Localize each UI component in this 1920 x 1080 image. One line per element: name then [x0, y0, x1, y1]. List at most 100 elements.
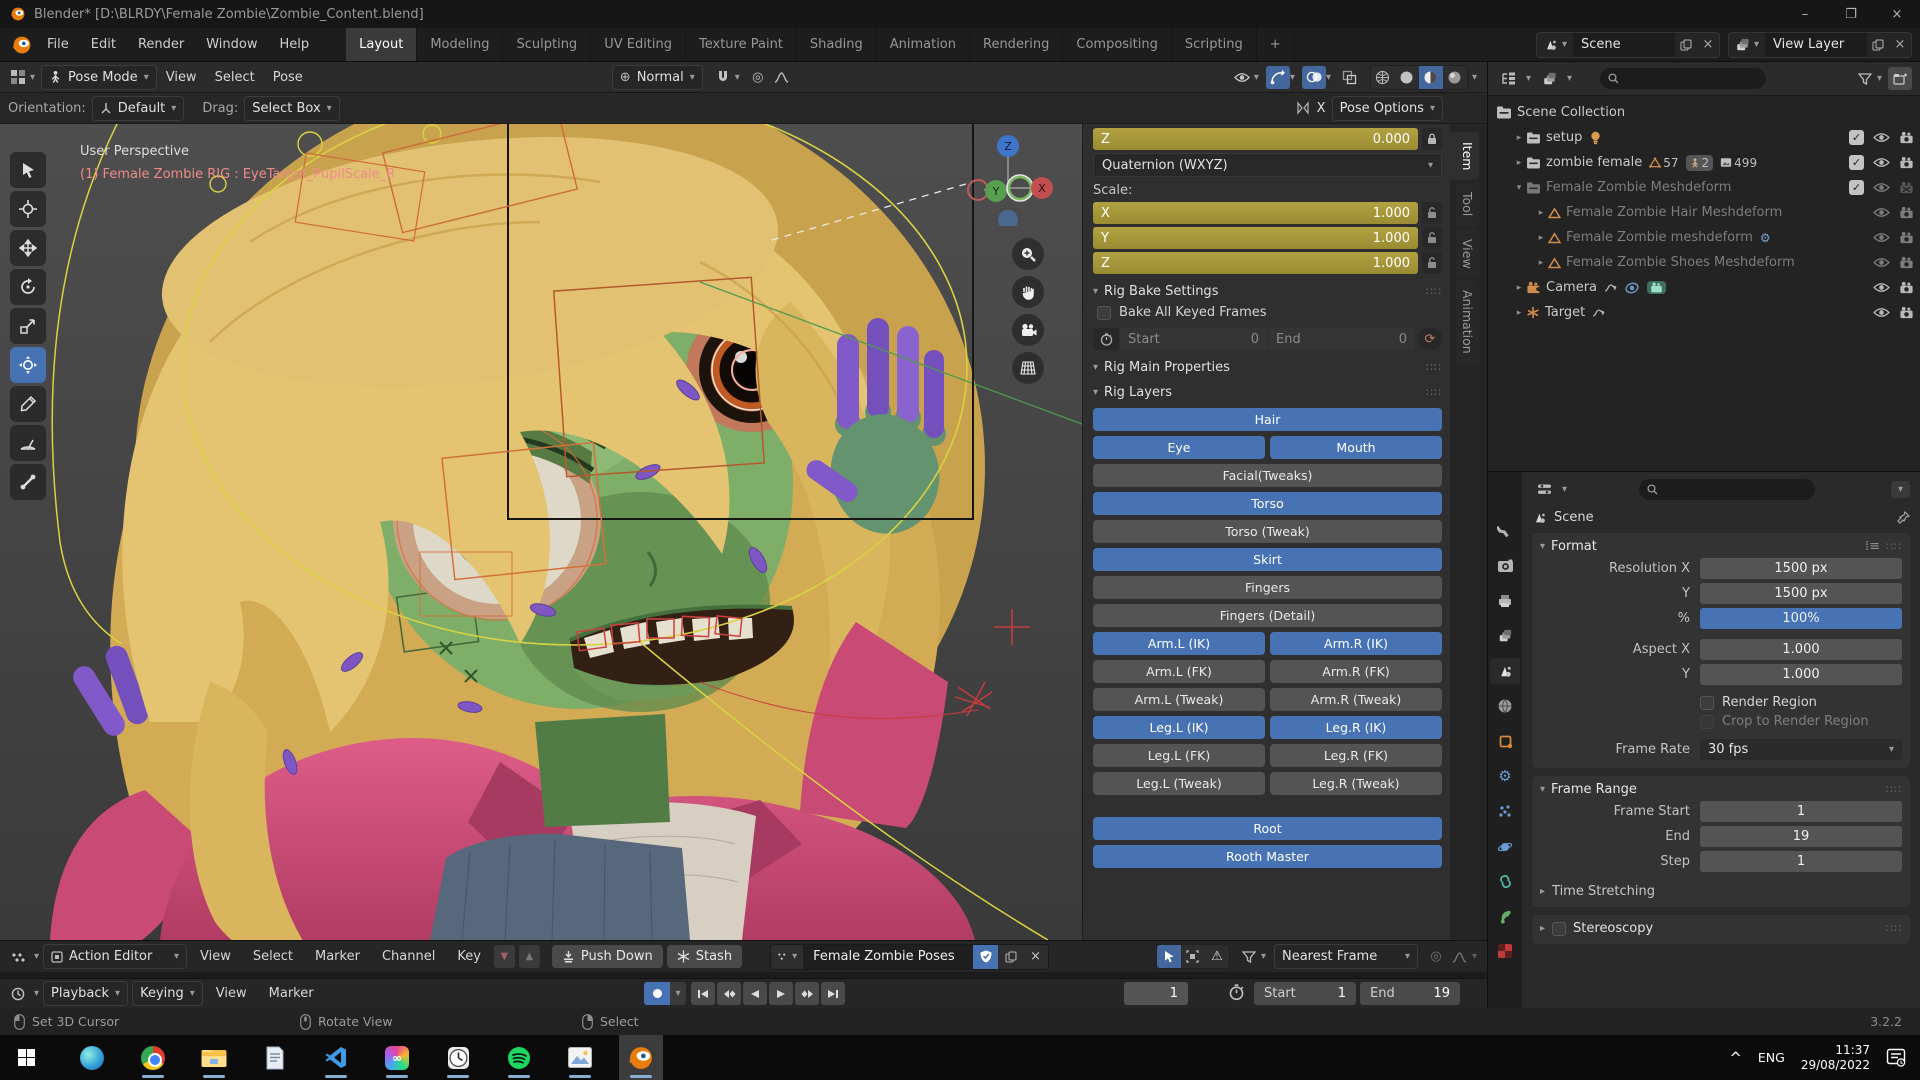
chrome-icon[interactable]: [131, 1035, 175, 1080]
tab-texture-paint[interactable]: Texture Paint: [686, 28, 797, 61]
toggle-orthographic-button[interactable]: [1012, 352, 1044, 384]
proportional-editing-toggle[interactable]: ◎: [1424, 945, 1448, 968]
rig-bake-settings-header[interactable]: ▾ Rig Bake Settings ∷∷: [1093, 284, 1442, 299]
frame-start-field[interactable]: 1: [1700, 801, 1902, 822]
aspect-x-field[interactable]: 1.000: [1700, 639, 1902, 660]
hide-eye-icon[interactable]: [1873, 232, 1890, 243]
rig-layer-arm-r-fk[interactable]: Arm.R (FK): [1270, 660, 1442, 683]
tab-render-icon[interactable]: [1490, 553, 1520, 579]
playback-dropdown[interactable]: Playback▾: [43, 981, 128, 1006]
tab-modeling[interactable]: Modeling: [417, 28, 503, 61]
object-visibility-dropdown[interactable]: [1230, 66, 1254, 89]
expand-icon[interactable]: ▾: [1512, 183, 1526, 193]
new-action-copy-button[interactable]: [998, 945, 1023, 969]
tl-menu-view[interactable]: View: [207, 986, 256, 1001]
blender-menu-icon[interactable]: [12, 35, 32, 55]
menu-file[interactable]: File: [36, 32, 80, 58]
tab-view[interactable]: View: [1456, 229, 1479, 279]
rig-layer-fingers[interactable]: Fingers: [1093, 576, 1442, 599]
menu-help[interactable]: Help: [269, 32, 321, 58]
ds-menu-channel[interactable]: Channel: [373, 949, 444, 964]
resolution-y-field[interactable]: 1500 px: [1700, 583, 1902, 604]
new-scene-button[interactable]: [1675, 33, 1697, 57]
resolution-percent-slider[interactable]: 100%: [1700, 608, 1902, 629]
tab-view-layer-icon[interactable]: [1490, 623, 1520, 649]
outliner-row-setup[interactable]: ▸ setup ✓: [1488, 125, 1920, 150]
disable-render-icon[interactable]: [1899, 281, 1914, 294]
outliner-search-input[interactable]: [1600, 68, 1766, 89]
shading-solid-button[interactable]: [1395, 66, 1419, 89]
frame-end-field[interactable]: 19: [1700, 826, 1902, 847]
frame-start-field[interactable]: Start1: [1254, 982, 1356, 1005]
snap-toggle[interactable]: [711, 66, 735, 89]
stopwatch-icon[interactable]: [1093, 328, 1119, 350]
proportional-editing-toggle[interactable]: ◎: [746, 66, 770, 89]
pan-button[interactable]: [1012, 276, 1044, 308]
tray-expand-icon[interactable]: ^: [1729, 1049, 1742, 1067]
dopesheet-editor-type-button[interactable]: [6, 945, 30, 968]
hide-eye-icon[interactable]: [1873, 182, 1890, 193]
start-button[interactable]: [4, 1035, 48, 1080]
shading-material-button[interactable]: [1419, 66, 1443, 89]
rig-layer-hair[interactable]: Hair: [1093, 408, 1442, 431]
photos-icon[interactable]: [558, 1035, 602, 1080]
spotify-icon[interactable]: [497, 1035, 541, 1080]
expand-icon[interactable]: ▸: [1534, 233, 1548, 243]
outliner-row-body-meshdeform[interactable]: ▸ Female Zombie meshdeform ⚙: [1488, 225, 1920, 250]
chevron-down-icon[interactable]: ▾: [1254, 72, 1259, 83]
tab-tool-icon[interactable]: [1490, 518, 1520, 544]
outliner-row-camera[interactable]: ▸ Camera: [1488, 275, 1920, 300]
frame-end-field[interactable]: End19: [1360, 982, 1460, 1005]
timeline-editor-type-button[interactable]: [6, 982, 30, 1005]
refresh-icon[interactable]: ⟳: [1418, 328, 1442, 350]
tab-constraints-icon[interactable]: [1490, 868, 1520, 894]
viewport-menu-select[interactable]: Select: [206, 70, 264, 85]
tool-select-box[interactable]: [10, 152, 46, 188]
filter-icon[interactable]: [1853, 67, 1877, 90]
filter-icon[interactable]: [1237, 945, 1261, 968]
hidden-channels-toggle[interactable]: [1181, 945, 1205, 968]
frame-step-field[interactable]: 1: [1700, 851, 1902, 872]
action-name[interactable]: Female Zombie Poses: [803, 945, 973, 969]
view-layer-name[interactable]: View Layer: [1765, 33, 1867, 57]
rig-layer-leg-r-fk[interactable]: Leg.R (FK): [1270, 744, 1442, 767]
lock-icon[interactable]: [1422, 128, 1442, 150]
time-stretching-header[interactable]: Time Stretching: [1552, 884, 1655, 899]
creative-cloud-icon[interactable]: ∞: [375, 1035, 419, 1080]
tab-particles-icon[interactable]: [1490, 798, 1520, 824]
jump-to-end-button[interactable]: [821, 982, 845, 1005]
rig-layer-arm-r-ik[interactable]: Arm.R (IK): [1270, 632, 1442, 655]
current-frame-field[interactable]: 1: [1124, 982, 1188, 1005]
ds-menu-key[interactable]: Key: [448, 949, 490, 964]
disable-render-icon[interactable]: [1899, 306, 1914, 319]
viewport-menu-pose[interactable]: Pose: [264, 70, 312, 85]
editor-type-button[interactable]: [6, 66, 30, 89]
tab-object-data-icon[interactable]: [1490, 903, 1520, 929]
view-layer-browse-button[interactable]: ▾: [1729, 33, 1765, 57]
tab-modifiers-icon[interactable]: ⚙: [1490, 763, 1520, 789]
tool-scale[interactable]: [10, 308, 46, 344]
frame-range-panel-title[interactable]: Frame Range: [1551, 782, 1637, 797]
expand-icon[interactable]: ▸: [1512, 158, 1526, 168]
previous-keyframe-button[interactable]: [717, 982, 741, 1005]
render-region-checkbox[interactable]: [1700, 696, 1714, 710]
play-reverse-button[interactable]: [743, 982, 767, 1005]
blender-taskbar-icon[interactable]: [619, 1035, 663, 1080]
play-button[interactable]: [769, 982, 793, 1005]
tool-measure[interactable]: [10, 425, 46, 461]
rotation-mode-dropdown[interactable]: Quaternion (WXYZ)▾: [1093, 153, 1442, 177]
disable-render-icon[interactable]: [1899, 231, 1914, 244]
scale-y-field[interactable]: Y1.000: [1093, 227, 1418, 249]
camera-view-button[interactable]: [1012, 314, 1044, 346]
rig-layer-leg-l-fk[interactable]: Leg.L (FK): [1093, 744, 1265, 767]
tab-physics-icon[interactable]: [1490, 833, 1520, 859]
disable-render-icon[interactable]: [1899, 256, 1914, 269]
tab-sculpting[interactable]: Sculpting: [503, 28, 591, 61]
expand-icon[interactable]: ▸: [1512, 133, 1526, 143]
rig-layer-facial-tweaks[interactable]: Facial(Tweaks): [1093, 464, 1442, 487]
rig-layer-eye[interactable]: Eye: [1093, 436, 1265, 459]
auto-keying-toggle[interactable]: [644, 982, 670, 1005]
tab-tool[interactable]: Tool: [1456, 182, 1479, 226]
outliner-row-shoes-meshdeform[interactable]: ▸ Female Zombie Shoes Meshdeform: [1488, 250, 1920, 275]
rig-layer-arm-l-tweak[interactable]: Arm.L (Tweak): [1093, 688, 1265, 711]
